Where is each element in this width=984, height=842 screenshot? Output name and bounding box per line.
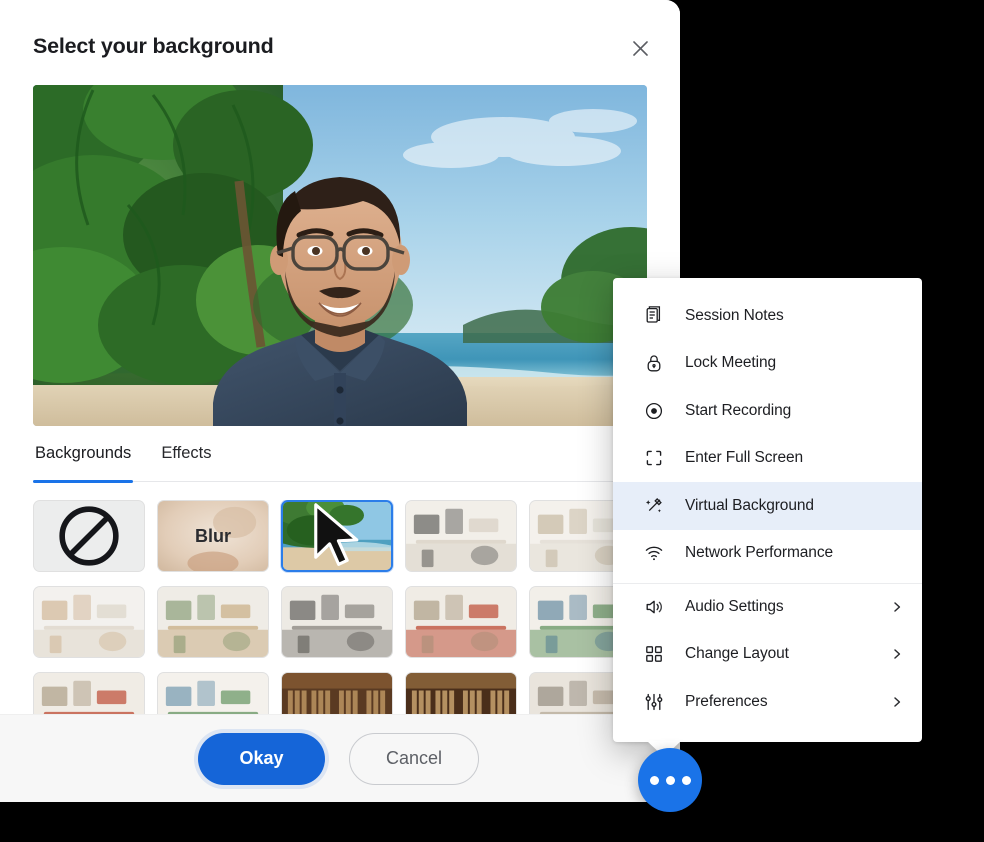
background-grid-scroll[interactable]: Blur [33, 500, 680, 714]
dialog-footer: Okay Cancel [0, 714, 680, 802]
menu-item-audio-settings[interactable]: Audio Settings [613, 583, 922, 631]
lock-icon [643, 352, 665, 374]
menu-item-label: Virtual Background [685, 497, 904, 515]
magic-wand-icon [643, 495, 665, 517]
wifi-icon [643, 542, 665, 564]
more-options-icon-dot-2 [666, 776, 675, 785]
menu-item-lock-meeting[interactable]: Lock Meeting [613, 340, 922, 388]
sliders-icon [643, 691, 665, 713]
background-thumb-interior-bookshelf-1[interactable] [405, 586, 517, 658]
menu-item-label: Network Performance [685, 544, 904, 562]
tab-backgrounds[interactable]: Backgrounds [33, 426, 133, 482]
menu-item-start-recording[interactable]: Start Recording [613, 387, 922, 435]
chevron-right-icon [890, 647, 904, 661]
menu-item-preferences[interactable]: Preferences [613, 678, 922, 726]
camera-preview [33, 85, 647, 426]
menu-item-enter-full-screen[interactable]: Enter Full Screen [613, 435, 922, 483]
menu-item-label: Session Notes [685, 307, 904, 325]
more-options-icon-dot-3 [682, 776, 691, 785]
menu-item-label: Change Layout [685, 645, 890, 663]
background-thumb-none[interactable] [33, 500, 145, 572]
okay-button[interactable]: Okay [198, 733, 325, 785]
grid-layout-icon [643, 643, 665, 665]
more-options-icon [650, 776, 659, 785]
close-button[interactable] [626, 34, 654, 62]
menu-item-change-layout[interactable]: Change Layout [613, 631, 922, 679]
menu-item-session-notes[interactable]: Session Notes [613, 292, 922, 340]
notes-icon [643, 305, 665, 327]
background-grid: Blur [33, 500, 680, 714]
background-thumb-interior-art-shelf-2[interactable] [157, 672, 269, 714]
chevron-right-icon [890, 695, 904, 709]
background-thumb-beach[interactable] [281, 500, 393, 572]
background-thumb-library-hall[interactable] [281, 672, 393, 714]
cancel-button[interactable]: Cancel [349, 733, 479, 785]
select-background-dialog: Select your background [0, 0, 680, 802]
close-icon [631, 39, 650, 58]
no-background-icon [34, 501, 144, 571]
menu-item-network-performance[interactable]: Network Performance [613, 530, 922, 578]
menu-item-label: Audio Settings [685, 598, 890, 616]
background-thumb-blur[interactable]: Blur [157, 500, 269, 572]
menu-item-label: Enter Full Screen [685, 449, 904, 467]
tab-effects[interactable]: Effects [159, 426, 213, 482]
background-thumb-interior-curtain[interactable] [33, 586, 145, 658]
fullscreen-icon [643, 447, 665, 469]
menu-item-label: Lock Meeting [685, 354, 904, 372]
record-icon [643, 400, 665, 422]
menu-item-label: Start Recording [685, 402, 904, 420]
meeting-options-menu: Session Notes Lock Meeting Start Recording… [613, 278, 922, 742]
menu-item-label: Preferences [685, 693, 890, 711]
dialog-header: Select your background [0, 0, 680, 85]
preview-tabs: Backgrounds Effects [33, 426, 647, 482]
background-thumb-interior-basket-plant[interactable] [157, 586, 269, 658]
chevron-right-icon [890, 600, 904, 614]
screen-root: Select your background [0, 0, 984, 842]
preview-image [33, 85, 647, 426]
background-thumb-interior-bookshelf-2[interactable] [33, 672, 145, 714]
speaker-icon [643, 596, 665, 618]
thumb-label: Blur [158, 501, 268, 571]
more-options-button[interactable] [638, 748, 702, 812]
page-title: Select your background [33, 34, 274, 59]
background-thumb-library-shelves[interactable] [405, 672, 517, 714]
menu-item-virtual-background[interactable]: Virtual Background [613, 482, 922, 530]
background-thumb-interior-gallery-wall[interactable] [281, 586, 393, 658]
background-thumb-interior-plant-desk[interactable] [405, 500, 517, 572]
